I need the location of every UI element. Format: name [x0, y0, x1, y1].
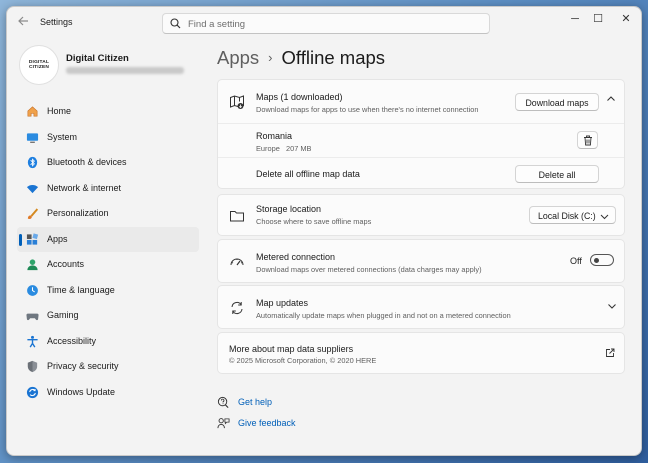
give-feedback-link[interactable]: Give feedback	[238, 418, 296, 428]
minimize-button[interactable]: ─	[564, 12, 586, 26]
map-updates-card[interactable]: Map updates Automatically update maps wh…	[217, 285, 625, 329]
storage-subtitle: Choose where to save offline maps	[256, 217, 372, 226]
sidebar-item-accounts[interactable]: Accounts	[17, 252, 199, 278]
gaming-icon	[26, 313, 39, 321]
map-updates-subtitle: Automatically update maps when plugged i…	[256, 311, 511, 320]
sidebar-item-network[interactable]: Network & internet	[17, 176, 199, 202]
external-link-icon	[606, 348, 615, 357]
sidebar-item-gaming[interactable]: Gaming	[17, 303, 199, 329]
chevron-down-icon	[600, 214, 609, 220]
delete-map-button[interactable]	[577, 131, 598, 149]
maximize-button[interactable]: ☐	[587, 12, 609, 26]
sidebar-item-bluetooth[interactable]: Bluetooth & devices	[17, 150, 199, 176]
sidebar-item-accessibility[interactable]: Accessibility	[17, 329, 199, 355]
search-icon	[170, 18, 181, 29]
get-help-link[interactable]: Get help	[238, 397, 272, 407]
feedback-icon	[217, 418, 230, 429]
page-title: Offline maps	[281, 47, 386, 68]
delete-all-label: Delete all offline map data	[256, 169, 360, 179]
sidebar-item-windows-update[interactable]: Windows Update	[17, 380, 199, 406]
get-help-icon	[217, 396, 229, 409]
sidebar-item-home[interactable]: Home	[17, 99, 199, 125]
trash-icon	[583, 135, 592, 146]
storage-title: Storage location	[256, 204, 322, 214]
metered-subtitle: Download maps over metered connections (…	[256, 265, 482, 274]
divider	[218, 157, 624, 158]
bluetooth-icon	[27, 156, 38, 169]
avatar[interactable]: DIGITAL CITIZEN	[19, 45, 59, 85]
maps-subtitle: Download maps for apps to use when there…	[256, 105, 479, 114]
sync-icon	[231, 301, 243, 315]
sidebar-item-time-language[interactable]: Time & language	[17, 278, 199, 304]
breadcrumb-parent[interactable]: Apps	[217, 47, 259, 68]
chevron-down-icon[interactable]	[607, 302, 617, 313]
gauge-icon	[230, 258, 244, 266]
metered-title: Metered connection	[256, 252, 336, 262]
sidebar-item-personalization[interactable]: Personalization	[17, 201, 199, 227]
windows-update-icon	[26, 386, 39, 398]
maps-card: Maps (1 downloaded) Download maps for ap…	[217, 79, 625, 189]
title-bar: Settings ─ ☐ ✕	[7, 7, 641, 37]
delete-all-button[interactable]: Delete all	[515, 165, 599, 183]
system-icon	[26, 132, 39, 143]
maps-title: Maps (1 downloaded)	[256, 92, 343, 102]
suppliers-subtitle: © 2025 Microsoft Corporation, © 2020 HER…	[229, 356, 377, 365]
profile-name: Digital Citizen	[66, 53, 129, 64]
metered-toggle[interactable]	[590, 254, 614, 266]
shield-icon	[27, 360, 38, 373]
personalization-icon	[27, 208, 39, 219]
downloaded-map-detail: Europe 207 MB	[256, 144, 312, 153]
chevron-up-icon[interactable]	[606, 95, 616, 106]
storage-location-card: Storage location Choose where to save of…	[217, 194, 625, 236]
map-download-icon	[230, 95, 244, 109]
metered-state-label: Off	[570, 256, 582, 266]
apps-icon	[26, 232, 39, 245]
storage-location-select[interactable]: Local Disk (C:)	[529, 206, 616, 224]
accessibility-icon	[27, 335, 38, 347]
home-icon	[27, 106, 38, 117]
sidebar-nav: Home System Bluetooth & devices Network …	[17, 99, 199, 405]
suppliers-title: More about map data suppliers	[229, 344, 354, 354]
network-icon	[26, 184, 39, 193]
map-updates-title: Map updates	[256, 298, 309, 308]
profile-email-blurred	[66, 67, 184, 74]
divider	[218, 123, 624, 124]
downloaded-map-name: Romania	[256, 131, 293, 141]
search-box[interactable]	[162, 13, 490, 34]
folder-icon	[230, 211, 244, 222]
breadcrumb-separator: ›	[268, 50, 273, 65]
map-suppliers-card[interactable]: More about map data suppliers © 2025 Mic…	[217, 332, 625, 374]
breadcrumb: Apps › Offline maps	[217, 47, 385, 69]
close-button[interactable]: ✕	[615, 12, 637, 26]
back-arrow-icon[interactable]	[17, 15, 33, 29]
metered-connection-card: Metered connection Download maps over me…	[217, 239, 625, 283]
download-maps-button[interactable]: Download maps	[515, 93, 599, 111]
sidebar-item-system[interactable]: System	[17, 125, 199, 151]
settings-window: Settings ─ ☐ ✕ DIGITAL CITIZEN Digital C…	[6, 6, 642, 456]
sidebar-item-privacy[interactable]: Privacy & security	[17, 354, 199, 380]
time-language-icon	[27, 284, 38, 296]
accounts-icon	[27, 259, 38, 271]
sidebar-item-apps[interactable]: Apps	[17, 226, 199, 252]
search-input[interactable]	[186, 16, 480, 32]
app-title: Settings	[40, 17, 73, 27]
